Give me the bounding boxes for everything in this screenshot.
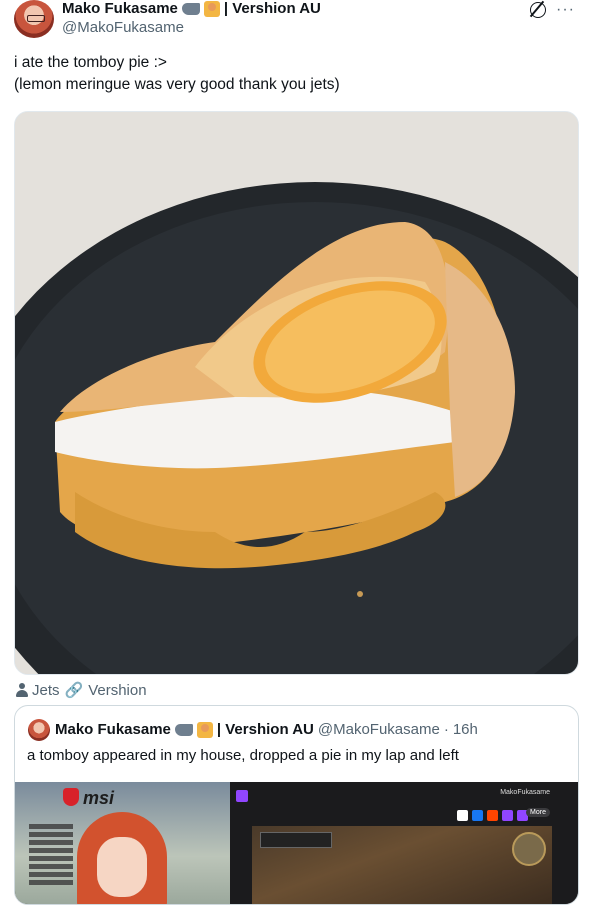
twitch-bar: MakoFukasame	[230, 788, 578, 804]
social-links	[457, 810, 528, 821]
tagged-users: Jets 🔗 Vershion	[16, 681, 147, 699]
link-icon: 🔗	[64, 682, 84, 699]
quote-author-suffix: | Vershion AU	[216, 721, 314, 738]
game-ui-bar	[260, 832, 332, 848]
quote-author-name[interactable]: Mako Fukasame	[55, 721, 171, 738]
post-text: i ate the tomboy pie :> (lemon meringue …	[14, 54, 340, 93]
tag-vershion[interactable]: Vershion	[88, 682, 146, 699]
quote-text: a tomboy appeared in my house, dropped a…	[27, 747, 459, 764]
brand-logo: msi	[83, 788, 115, 808]
minimap	[512, 832, 546, 866]
channel-name: MakoFukasame	[500, 789, 550, 796]
author-avatar[interactable]	[14, 0, 54, 38]
quote-separator: ·	[443, 721, 449, 738]
tag-jets[interactable]: Jets	[32, 682, 60, 699]
quote-header: Mako Fukasame | Vershion AU @MakoFukasam…	[55, 721, 478, 738]
msi-shield-icon	[63, 788, 79, 806]
quote-media[interactable]: msi MakoFukasame More	[15, 782, 578, 904]
post-actions: ···	[530, 1, 575, 19]
reddit-icon	[487, 810, 498, 821]
glasses-decoration	[27, 15, 45, 22]
author-name-row[interactable]: Mako Fukasame | Vershion AU	[62, 0, 321, 17]
x-icon	[457, 810, 468, 821]
person-emoji-icon	[203, 0, 220, 17]
post-header: Mako Fukasame | Vershion AU @MakoFukasam…	[0, 0, 593, 44]
shark-emoji-icon	[181, 2, 200, 15]
twitch-icon	[236, 790, 248, 802]
stream-window: MakoFukasame More	[230, 782, 578, 904]
person-icon	[16, 683, 28, 697]
quoted-post[interactable]: Mako Fukasame | Vershion AU @MakoFukasam…	[14, 705, 579, 905]
grok-icon[interactable]	[530, 2, 547, 18]
stream-overlay-panel: msi	[15, 782, 230, 904]
facebook-icon	[472, 810, 483, 821]
more-pill: More	[526, 808, 550, 817]
shark-emoji-icon	[174, 723, 193, 736]
person-emoji-icon	[196, 721, 213, 738]
author-handle[interactable]: @MakoFukasame	[62, 19, 184, 36]
chat-list	[29, 824, 73, 888]
quote-time[interactable]: 16h	[453, 721, 478, 738]
quote-handle[interactable]: @MakoFukasame	[318, 721, 440, 738]
vtuber-face	[97, 837, 147, 897]
lemon-meringue-pie-photo	[15, 112, 578, 674]
more-icon[interactable]: ···	[556, 1, 575, 19]
author-suffix: | Vershion AU	[223, 0, 321, 17]
twitch-small-icon	[502, 810, 513, 821]
quote-author-avatar[interactable]	[28, 719, 50, 741]
author-name[interactable]: Mako Fukasame	[62, 0, 178, 17]
post-photo[interactable]	[14, 111, 579, 675]
